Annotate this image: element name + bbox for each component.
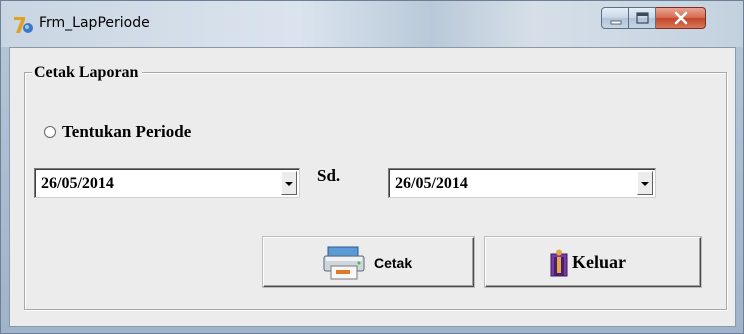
form-client-area: Cetak Laporan Tentukan Periode 26/05/201… — [9, 47, 736, 327]
period-radio[interactable] — [44, 126, 56, 138]
close-icon — [674, 11, 688, 25]
date-separator-label: Sd. — [317, 166, 341, 185]
window: Frm_LapPeriode Cetak Laporan Tentukan Pe… — [0, 0, 744, 334]
to-date-value: 26/05/2014 — [395, 175, 468, 192]
groupbox-title: Cetak Laporan — [32, 64, 143, 82]
exit-button[interactable]: Keluar — [485, 237, 701, 287]
chevron-down-icon — [285, 182, 293, 186]
title-bar[interactable]: Frm_LapPeriode — [1, 1, 743, 47]
minimize-icon — [610, 20, 622, 25]
to-date-combobox[interactable]: 26/05/2014 — [388, 168, 656, 198]
printer-icon — [323, 246, 365, 280]
print-button[interactable]: Cetak — [263, 237, 474, 287]
maximize-icon — [636, 12, 649, 24]
to-date-dropdown-button[interactable] — [637, 171, 653, 195]
exit-door-icon — [550, 249, 568, 277]
print-button-label: Cetak — [374, 255, 413, 271]
window-title: Frm_LapPeriode — [39, 15, 150, 31]
from-date-value: 26/05/2014 — [41, 175, 114, 192]
close-button[interactable] — [656, 7, 706, 29]
period-radio-label[interactable]: Tentukan Periode — [62, 122, 191, 142]
from-date-combobox[interactable]: 26/05/2014 — [34, 168, 300, 198]
chevron-down-icon — [641, 182, 649, 186]
minimize-button[interactable] — [601, 7, 629, 29]
from-date-dropdown-button[interactable] — [281, 171, 297, 195]
app-icon — [14, 17, 33, 33]
exit-button-label: Keluar — [572, 252, 626, 272]
maximize-button[interactable] — [629, 7, 656, 29]
